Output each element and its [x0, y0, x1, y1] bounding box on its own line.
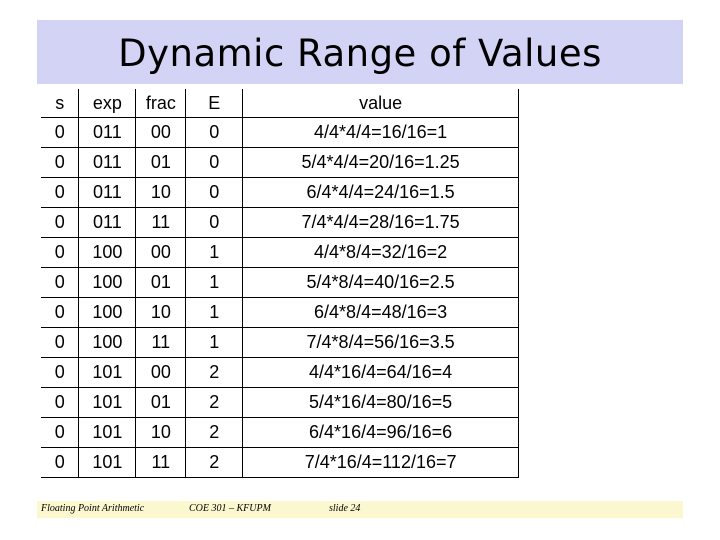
- table-row: 0 100 10 1 6/4*8/4=48/16=3: [41, 297, 519, 328]
- cell-E: 0: [185, 177, 244, 208]
- title-bar: Dynamic Range of Values: [37, 20, 683, 84]
- cell-value: 6/4*8/4=48/16=3: [242, 297, 519, 328]
- footer-bar: Floating Point Arithmetic COE 301 – KFUP…: [37, 501, 683, 518]
- cell-frac: 00: [135, 357, 187, 388]
- cell-frac: 01: [135, 147, 187, 178]
- table-row: 0 101 00 2 4/4*16/4=64/16=4: [41, 357, 519, 388]
- cell-E: 2: [185, 387, 244, 418]
- table-row: 0 101 10 2 6/4*16/4=96/16=6: [41, 417, 519, 448]
- cell-s: 0: [41, 447, 80, 478]
- cell-E: 1: [185, 237, 244, 268]
- cell-exp: 100: [78, 237, 137, 268]
- cell-exp: 101: [78, 357, 137, 388]
- cell-frac: 10: [135, 297, 187, 328]
- cell-exp: 101: [78, 387, 137, 418]
- table-row: 0 011 00 0 4/4*4/4=16/16=1: [41, 117, 519, 148]
- cell-frac: 10: [135, 177, 187, 208]
- header-s: s: [41, 89, 80, 118]
- cell-value: 5/4*4/4=20/16=1.25: [242, 147, 519, 178]
- cell-exp: 101: [78, 417, 137, 448]
- cell-s: 0: [41, 267, 80, 298]
- cell-frac: 10: [135, 417, 187, 448]
- cell-value: 7/4*8/4=56/16=3.5: [242, 327, 519, 358]
- cell-frac: 01: [135, 387, 187, 418]
- cell-s: 0: [41, 207, 80, 238]
- cell-value: 7/4*16/4=112/16=7: [242, 447, 519, 478]
- cell-s: 0: [41, 357, 80, 388]
- cell-s: 0: [41, 327, 80, 358]
- cell-value: 7/4*4/4=28/16=1.75: [242, 207, 519, 238]
- cell-value: 6/4*4/4=24/16=1.5: [242, 177, 519, 208]
- cell-value: 5/4*16/4=80/16=5: [242, 387, 519, 418]
- cell-E: 2: [185, 357, 244, 388]
- table-row: 0 100 00 1 4/4*8/4=32/16=2: [41, 237, 519, 268]
- header-frac: frac: [135, 89, 187, 118]
- table-row: 0 011 01 0 5/4*4/4=20/16=1.25: [41, 147, 519, 178]
- footer-course-code: COE 301 – KFUPM: [189, 503, 271, 514]
- cell-value: 6/4*16/4=96/16=6: [242, 417, 519, 448]
- header-exp: exp: [78, 89, 137, 118]
- cell-E: 1: [185, 297, 244, 328]
- footer-slide-number: slide 24: [329, 503, 361, 514]
- cell-exp: 100: [78, 327, 137, 358]
- cell-s: 0: [41, 297, 80, 328]
- cell-frac: 11: [135, 327, 187, 358]
- cell-s: 0: [41, 237, 80, 268]
- cell-exp: 100: [78, 297, 137, 328]
- footer-course-topic: Floating Point Arithmetic: [41, 503, 145, 514]
- cell-s: 0: [41, 147, 80, 178]
- table-row: 0 100 11 1 7/4*8/4=56/16=3.5: [41, 327, 519, 358]
- header-row: s exp frac E value: [41, 89, 519, 118]
- slide-title: Dynamic Range of Values: [118, 32, 602, 75]
- cell-E: 2: [185, 417, 244, 448]
- table-row: 0 101 11 2 7/4*16/4=112/16=7: [41, 447, 519, 478]
- cell-E: 0: [185, 207, 244, 238]
- cell-E: 0: [185, 147, 244, 178]
- cell-s: 0: [41, 387, 80, 418]
- cell-exp: 101: [78, 447, 137, 478]
- cell-exp: 011: [78, 117, 137, 148]
- cell-frac: 11: [135, 447, 187, 478]
- cell-E: 0: [185, 117, 244, 148]
- cell-exp: 100: [78, 267, 137, 298]
- table-body: 0 011 00 0 4/4*4/4=16/16=1 0 011 01 0 5/4*4/4=20/…: [41, 117, 519, 478]
- cell-exp: 011: [78, 207, 137, 238]
- table-row: 0 100 01 1 5/4*8/4=40/16=2.5: [41, 267, 519, 298]
- cell-frac: 01: [135, 267, 187, 298]
- cell-E: 2: [185, 447, 244, 478]
- cell-value: 4/4*8/4=32/16=2: [242, 237, 519, 268]
- cell-value: 4/4*4/4=16/16=1: [242, 117, 519, 148]
- cell-s: 0: [41, 417, 80, 448]
- cell-value: 4/4*16/4=64/16=4: [242, 357, 519, 388]
- cell-E: 1: [185, 327, 244, 358]
- header-E: E: [185, 89, 244, 118]
- cell-s: 0: [41, 177, 80, 208]
- cell-E: 1: [185, 267, 244, 298]
- range-table: s exp frac E value 0 011 00 0 4/4*4/4=16/16=…: [41, 89, 519, 478]
- cell-s: 0: [41, 117, 80, 148]
- header-value: value: [242, 89, 519, 118]
- cell-frac: 11: [135, 207, 187, 238]
- cell-value: 5/4*8/4=40/16=2.5: [242, 267, 519, 298]
- cell-exp: 011: [78, 147, 137, 178]
- table-row: 0 011 11 0 7/4*4/4=28/16=1.75: [41, 207, 519, 238]
- table-row: 0 101 01 2 5/4*16/4=80/16=5: [41, 387, 519, 418]
- table-row: 0 011 10 0 6/4*4/4=24/16=1.5: [41, 177, 519, 208]
- cell-exp: 011: [78, 177, 137, 208]
- cell-frac: 00: [135, 117, 187, 148]
- cell-frac: 00: [135, 237, 187, 268]
